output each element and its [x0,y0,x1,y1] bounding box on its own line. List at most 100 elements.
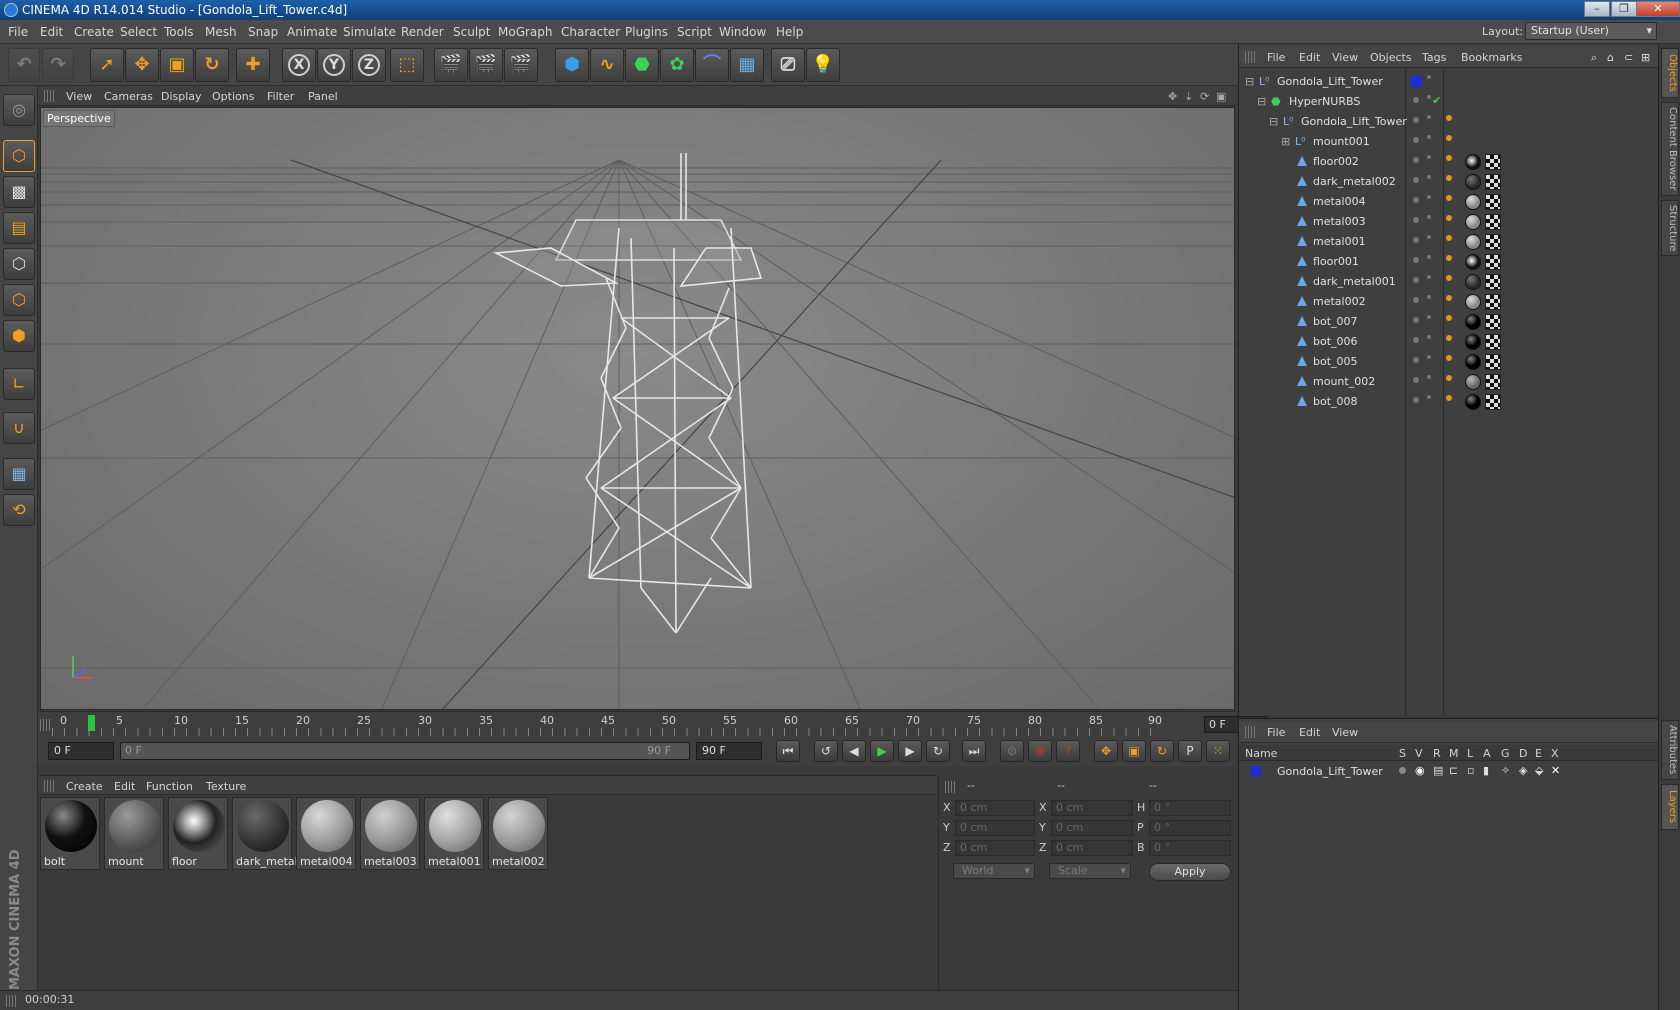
cube-object-button[interactable]: ⬢ [555,48,589,82]
timeline-grip-icon[interactable] [40,719,50,731]
key-pla-button[interactable]: ⁙ [1206,740,1230,762]
layers-menu-file[interactable]: File [1267,726,1285,739]
layout-select[interactable]: Startup (User) ▾ [1525,22,1657,40]
render-dots-icon[interactable] [1427,375,1431,379]
viewport-move-icon[interactable]: ✥ [1168,90,1177,103]
object-row[interactable]: dark_metal001 [1239,272,1659,292]
uvw-tag-icon[interactable] [1485,334,1501,350]
material-swatch[interactable]: floor [168,797,228,870]
visibility-dots-icon[interactable] [1413,277,1419,283]
key-position-button[interactable]: ✥ [1094,740,1118,762]
layer-row[interactable]: Gondola_Lift_Tower ◉ ▤ ⊏ ▫ ▮ ✧ ◈ ⬙ ✕ [1239,763,1659,781]
visibility-dots-icon[interactable] [1413,317,1419,323]
phong-tag-icon[interactable] [1446,115,1452,121]
collapse-icon[interactable]: ⊟ [1245,75,1254,88]
visibility-dots-icon[interactable] [1413,257,1419,263]
step-back-button[interactable]: ◀ [842,740,866,762]
visibility-dots-icon[interactable] [1413,217,1419,223]
menu-character[interactable]: Character [561,25,620,39]
material-swatch[interactable]: bolt [40,797,100,870]
viewport-toggle-icon[interactable]: ▣ [1216,90,1226,103]
rotation-p-field[interactable]: 0 ° [1149,820,1231,836]
material-tag-icon[interactable] [1465,314,1481,330]
phong-tag-icon[interactable] [1446,315,1452,321]
layer-col-locked[interactable]: L [1467,747,1473,760]
eye-icon[interactable]: ◉ [1415,764,1425,777]
uvw-tag-icon[interactable] [1485,254,1501,270]
menu-select[interactable]: Select [120,25,157,39]
material-tag-icon[interactable] [1465,334,1481,350]
material-swatch[interactable]: mount [104,797,164,870]
tab-attributes[interactable]: Attributes [1661,720,1679,780]
mograph-cloner-button[interactable]: ✿ [660,48,694,82]
clapper-icon[interactable]: ▤ [1433,764,1443,777]
panel-grip-icon[interactable] [6,995,16,1007]
search-icon[interactable]: ⌕ [1591,51,1597,65]
timeline-ticks[interactable]: 0 5 10 15 20 25 30 35 40 45 50 55 60 65 … [52,712,1162,737]
material-tag-icon[interactable] [1465,214,1481,230]
visibility-dots-icon[interactable] [1413,377,1419,383]
viewport-menu-panel[interactable]: Panel [308,90,338,103]
uvw-tag-icon[interactable] [1485,394,1501,410]
locked-workplane-button[interactable]: ⟲ [3,494,35,526]
collapse-icon[interactable]: ⊞ [1281,135,1290,148]
phong-tag-icon[interactable] [1446,375,1452,381]
workplane-mode-button[interactable]: ▤ [3,212,35,244]
object-row[interactable]: floor001 [1239,252,1659,272]
visibility-dots-icon[interactable] [1413,137,1419,143]
material-menu-texture[interactable]: Texture [206,780,246,793]
key-rotation-button[interactable]: ↻ [1150,740,1174,762]
camera-object-button[interactable]: ⎚ [771,48,805,82]
material-tag-icon[interactable] [1465,254,1481,270]
link-icon[interactable]: ⊂ [1624,51,1633,64]
phong-tag-icon[interactable] [1446,255,1452,261]
viewport-dolly-icon[interactable]: ⇣ [1184,90,1193,103]
render-dots-icon[interactable] [1427,355,1431,359]
close-button[interactable]: ✕ [1636,1,1680,17]
points-mode-button[interactable]: ⬡ [3,248,35,280]
visibility-dots-icon[interactable] [1413,337,1419,343]
layer-color-swatch[interactable] [1251,766,1261,776]
material-tag-icon[interactable] [1465,354,1481,370]
size-x-field[interactable]: 0 cm [1051,800,1133,816]
material-tag-icon[interactable] [1465,194,1481,210]
goto-start-button[interactable]: ⏮ [776,740,800,762]
render-dots-icon[interactable] [1427,255,1431,259]
phong-tag-icon[interactable] [1446,295,1452,301]
uvw-tag-icon[interactable] [1485,174,1501,190]
deformer-button[interactable]: ⌒ [695,48,729,82]
size-z-field[interactable]: 0 cm [1051,840,1133,856]
snap-button[interactable]: ∪ [3,412,35,444]
goto-next-key-button[interactable]: ↻ [926,740,950,762]
render-dots-icon[interactable] [1427,275,1431,279]
uvw-tag-icon[interactable] [1485,274,1501,290]
key-parameter-button[interactable]: P [1178,740,1202,762]
layer-col-solo[interactable]: S [1399,747,1406,760]
visibility-dots-icon[interactable] [1413,97,1419,103]
autokeying-button[interactable]: ⊛ [1028,740,1052,762]
object-row[interactable]: metal001 [1239,232,1659,252]
render-view-button[interactable]: 🎬 [434,48,468,82]
goto-prev-key-button[interactable]: ↺ [814,740,838,762]
visibility-dots-icon[interactable] [1413,357,1419,363]
position-x-field[interactable]: 0 cm [955,800,1035,816]
menu-render[interactable]: Render [401,25,444,39]
floor-object-button[interactable]: ▦ [730,48,764,82]
spline-pen-button[interactable]: ∿ [590,48,624,82]
timeline-ruler[interactable]: 0 5 10 15 20 25 30 35 40 45 50 55 60 65 … [38,711,1268,737]
play-button[interactable]: ▶ [870,740,894,762]
redo-button[interactable]: ↷ [42,48,74,82]
viewport-orbit-icon[interactable]: ⟳ [1200,90,1209,103]
layer-col-xref[interactable]: X [1551,747,1559,760]
uvw-tag-icon[interactable] [1485,354,1501,370]
uvw-tag-icon[interactable] [1485,314,1501,330]
menu-script[interactable]: Script [677,25,712,39]
texture-mode-button[interactable]: ▩ [3,176,35,208]
layers-menu-view[interactable]: View [1332,726,1358,739]
phong-tag-icon[interactable] [1446,135,1452,141]
phong-tag-icon[interactable] [1446,395,1452,401]
render-dots-icon[interactable] [1427,395,1431,399]
objects-menu-objects[interactable]: Objects [1370,51,1412,64]
key-scale-button[interactable]: ▣ [1122,740,1146,762]
layer-color-swatch[interactable] [1411,76,1422,87]
